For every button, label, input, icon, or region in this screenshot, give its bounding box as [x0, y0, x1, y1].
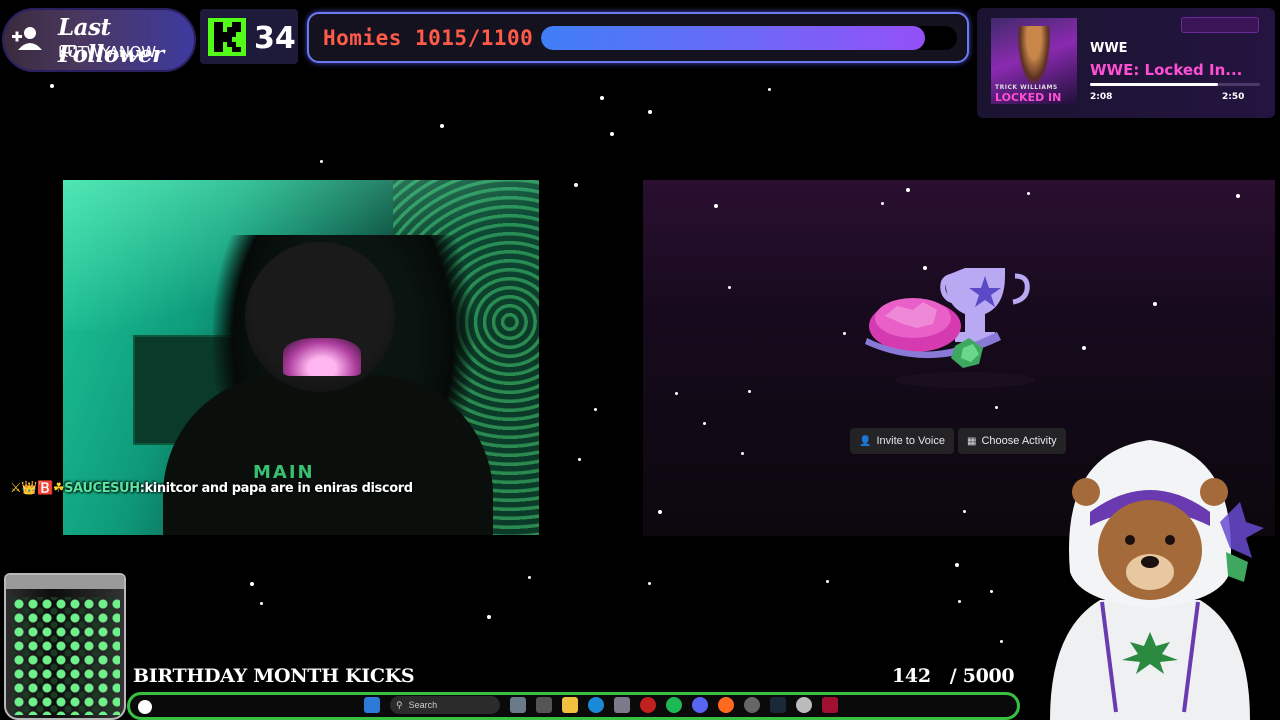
album-label-top: TRICK WILLIAMS — [995, 84, 1058, 91]
homies-goal-track — [541, 26, 957, 50]
album-figure — [1017, 26, 1051, 86]
kick-follower-count: 34 — [200, 9, 298, 64]
taskbar-search-label: Search — [408, 700, 438, 710]
homies-goal-fill — [541, 26, 925, 50]
music-progress-fill — [1090, 83, 1218, 86]
follower-name: KUTWYANOW — [58, 43, 156, 61]
discord-icon[interactable] — [692, 697, 708, 713]
windows-start-icon[interactable] — [364, 697, 380, 713]
chat-username: SAUCESUH — [64, 481, 140, 496]
edge-icon[interactable] — [588, 697, 604, 713]
music-progress-track — [1090, 83, 1260, 86]
album-art: TRICK WILLIAMS LOCKED IN — [991, 18, 1077, 104]
homies-goal-label: Homies 1015/1100 — [323, 26, 534, 50]
webcam-led-mask — [283, 338, 361, 376]
settings-icon[interactable] — [796, 697, 812, 713]
firefox-icon[interactable] — [718, 697, 734, 713]
webcam-person-body — [163, 375, 493, 535]
chat-text: kinitcor and papa are in eniras discord — [144, 481, 414, 496]
music-elapsed: 2:08 — [1090, 92, 1113, 102]
kick-logo-icon — [208, 18, 246, 56]
trophy-illustration-icon — [865, 268, 1035, 388]
add-user-icon — [12, 27, 42, 50]
now-playing-widget: TRICK WILLIAMS LOCKED IN WWE WWE: Locked… — [977, 8, 1275, 118]
app-shield-icon[interactable] — [822, 697, 838, 713]
birthday-goal-count: 142 / 5000 — [892, 665, 1015, 687]
spotify-icon[interactable] — [666, 697, 682, 713]
birthday-goal-knob — [138, 700, 152, 714]
music-title: WWE: Locked In... — [1090, 61, 1243, 79]
music-badge — [1181, 17, 1259, 33]
taskview-icon[interactable] — [510, 697, 526, 713]
birthday-goal-current: 142 — [892, 665, 931, 687]
chat-message: ⚔👑🅱️☘SAUCESUH:kinitcor and papa are in e… — [10, 479, 430, 498]
jar-lid — [6, 575, 124, 589]
kicks-jar — [4, 573, 126, 720]
bear-mascot-illustration — [1050, 440, 1264, 720]
search-icon: ⚲ — [396, 699, 403, 710]
music-artist: WWE — [1090, 41, 1128, 56]
birthday-goal-target: / 5000 — [949, 665, 1015, 687]
person-add-icon: 👤 — [859, 435, 872, 447]
app-icon[interactable] — [614, 697, 630, 713]
jar-contents — [12, 597, 120, 715]
homies-goal-bar: Homies 1015/1100 — [307, 12, 969, 63]
chat-badges: ⚔👑🅱️☘ — [10, 481, 65, 496]
obs-icon[interactable] — [744, 697, 760, 713]
invite-to-voice-button[interactable]: 👤 Invite to Voice — [850, 428, 954, 454]
album-label-bottom: LOCKED IN — [995, 91, 1062, 104]
last-follower-widget: Last Follower KUTWYANOW — [2, 8, 196, 72]
windows-taskbar: ⚲ Search — [364, 695, 924, 715]
invite-to-voice-label: Invite to Voice — [876, 435, 945, 447]
music-total: 2:50 — [1222, 92, 1245, 102]
steam-icon[interactable] — [770, 697, 786, 713]
birthday-goal-title: BIRTHDAY MONTH KICKS — [133, 665, 415, 687]
file-explorer-icon[interactable] — [562, 697, 578, 713]
opera-icon[interactable] — [640, 697, 656, 713]
kick-count: 34 — [254, 21, 296, 56]
grid-icon: ▦ — [967, 435, 977, 447]
epic-games-icon[interactable] — [536, 697, 552, 713]
taskbar-search[interactable]: ⚲ Search — [390, 696, 500, 714]
